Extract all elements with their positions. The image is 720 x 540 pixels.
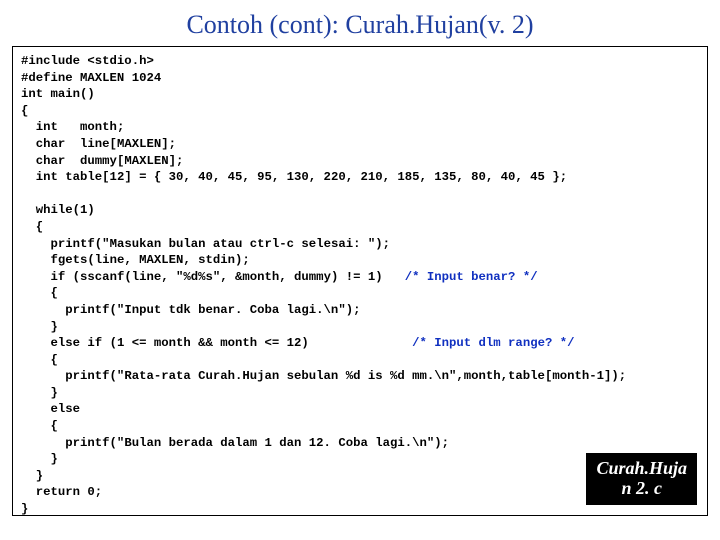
code-line: char line[MAXLEN]; <box>21 137 176 151</box>
code-line: } <box>21 320 58 334</box>
code-line: else if (1 <= month && month <= 12) <box>21 336 412 350</box>
code-line: } <box>21 452 58 466</box>
code-line: #define MAXLEN 1024 <box>21 71 161 85</box>
code-line: return 0; <box>21 485 102 499</box>
code-line: { <box>21 353 58 367</box>
code-line: printf("Rata-rata Curah.Hujan sebulan %d… <box>21 369 626 383</box>
code-line: } <box>21 469 43 483</box>
code-line: } <box>21 386 58 400</box>
filename-badge: Curah.Huja n 2. c <box>586 453 697 505</box>
code-line: { <box>21 419 58 433</box>
code-line: int month; <box>21 120 124 134</box>
code-line: printf("Masukan bulan atau ctrl-c selesa… <box>21 237 390 251</box>
code-line: #include <stdio.h> <box>21 54 154 68</box>
code-comment: /* Input benar? */ <box>405 270 538 284</box>
code-line: int table[12] = { 30, 40, 45, 95, 130, 2… <box>21 170 567 184</box>
code-block: #include <stdio.h> #define MAXLEN 1024 i… <box>21 53 699 516</box>
code-line: while(1) <box>21 203 95 217</box>
code-line: { <box>21 104 28 118</box>
code-line: { <box>21 220 43 234</box>
code-line: if (sscanf(line, "%d%s", &month, dummy) … <box>21 270 405 284</box>
code-line: char dummy[MAXLEN]; <box>21 154 183 168</box>
code-line: else <box>21 402 80 416</box>
code-comment: /* Input dlm range? */ <box>412 336 574 350</box>
code-container: #include <stdio.h> #define MAXLEN 1024 i… <box>12 46 708 516</box>
slide-title: Contoh (cont): Curah.Hujan(v. 2) <box>0 0 720 46</box>
filename-line2: n 2. c <box>596 479 687 499</box>
code-line: { <box>21 286 58 300</box>
code-line: } <box>21 502 28 516</box>
filename-line1: Curah.Huja <box>596 459 687 479</box>
code-line: printf("Bulan berada dalam 1 dan 12. Cob… <box>21 436 449 450</box>
code-line: fgets(line, MAXLEN, stdin); <box>21 253 250 267</box>
code-line: printf("Input tdk benar. Coba lagi.\n"); <box>21 303 360 317</box>
code-line: int main() <box>21 87 95 101</box>
